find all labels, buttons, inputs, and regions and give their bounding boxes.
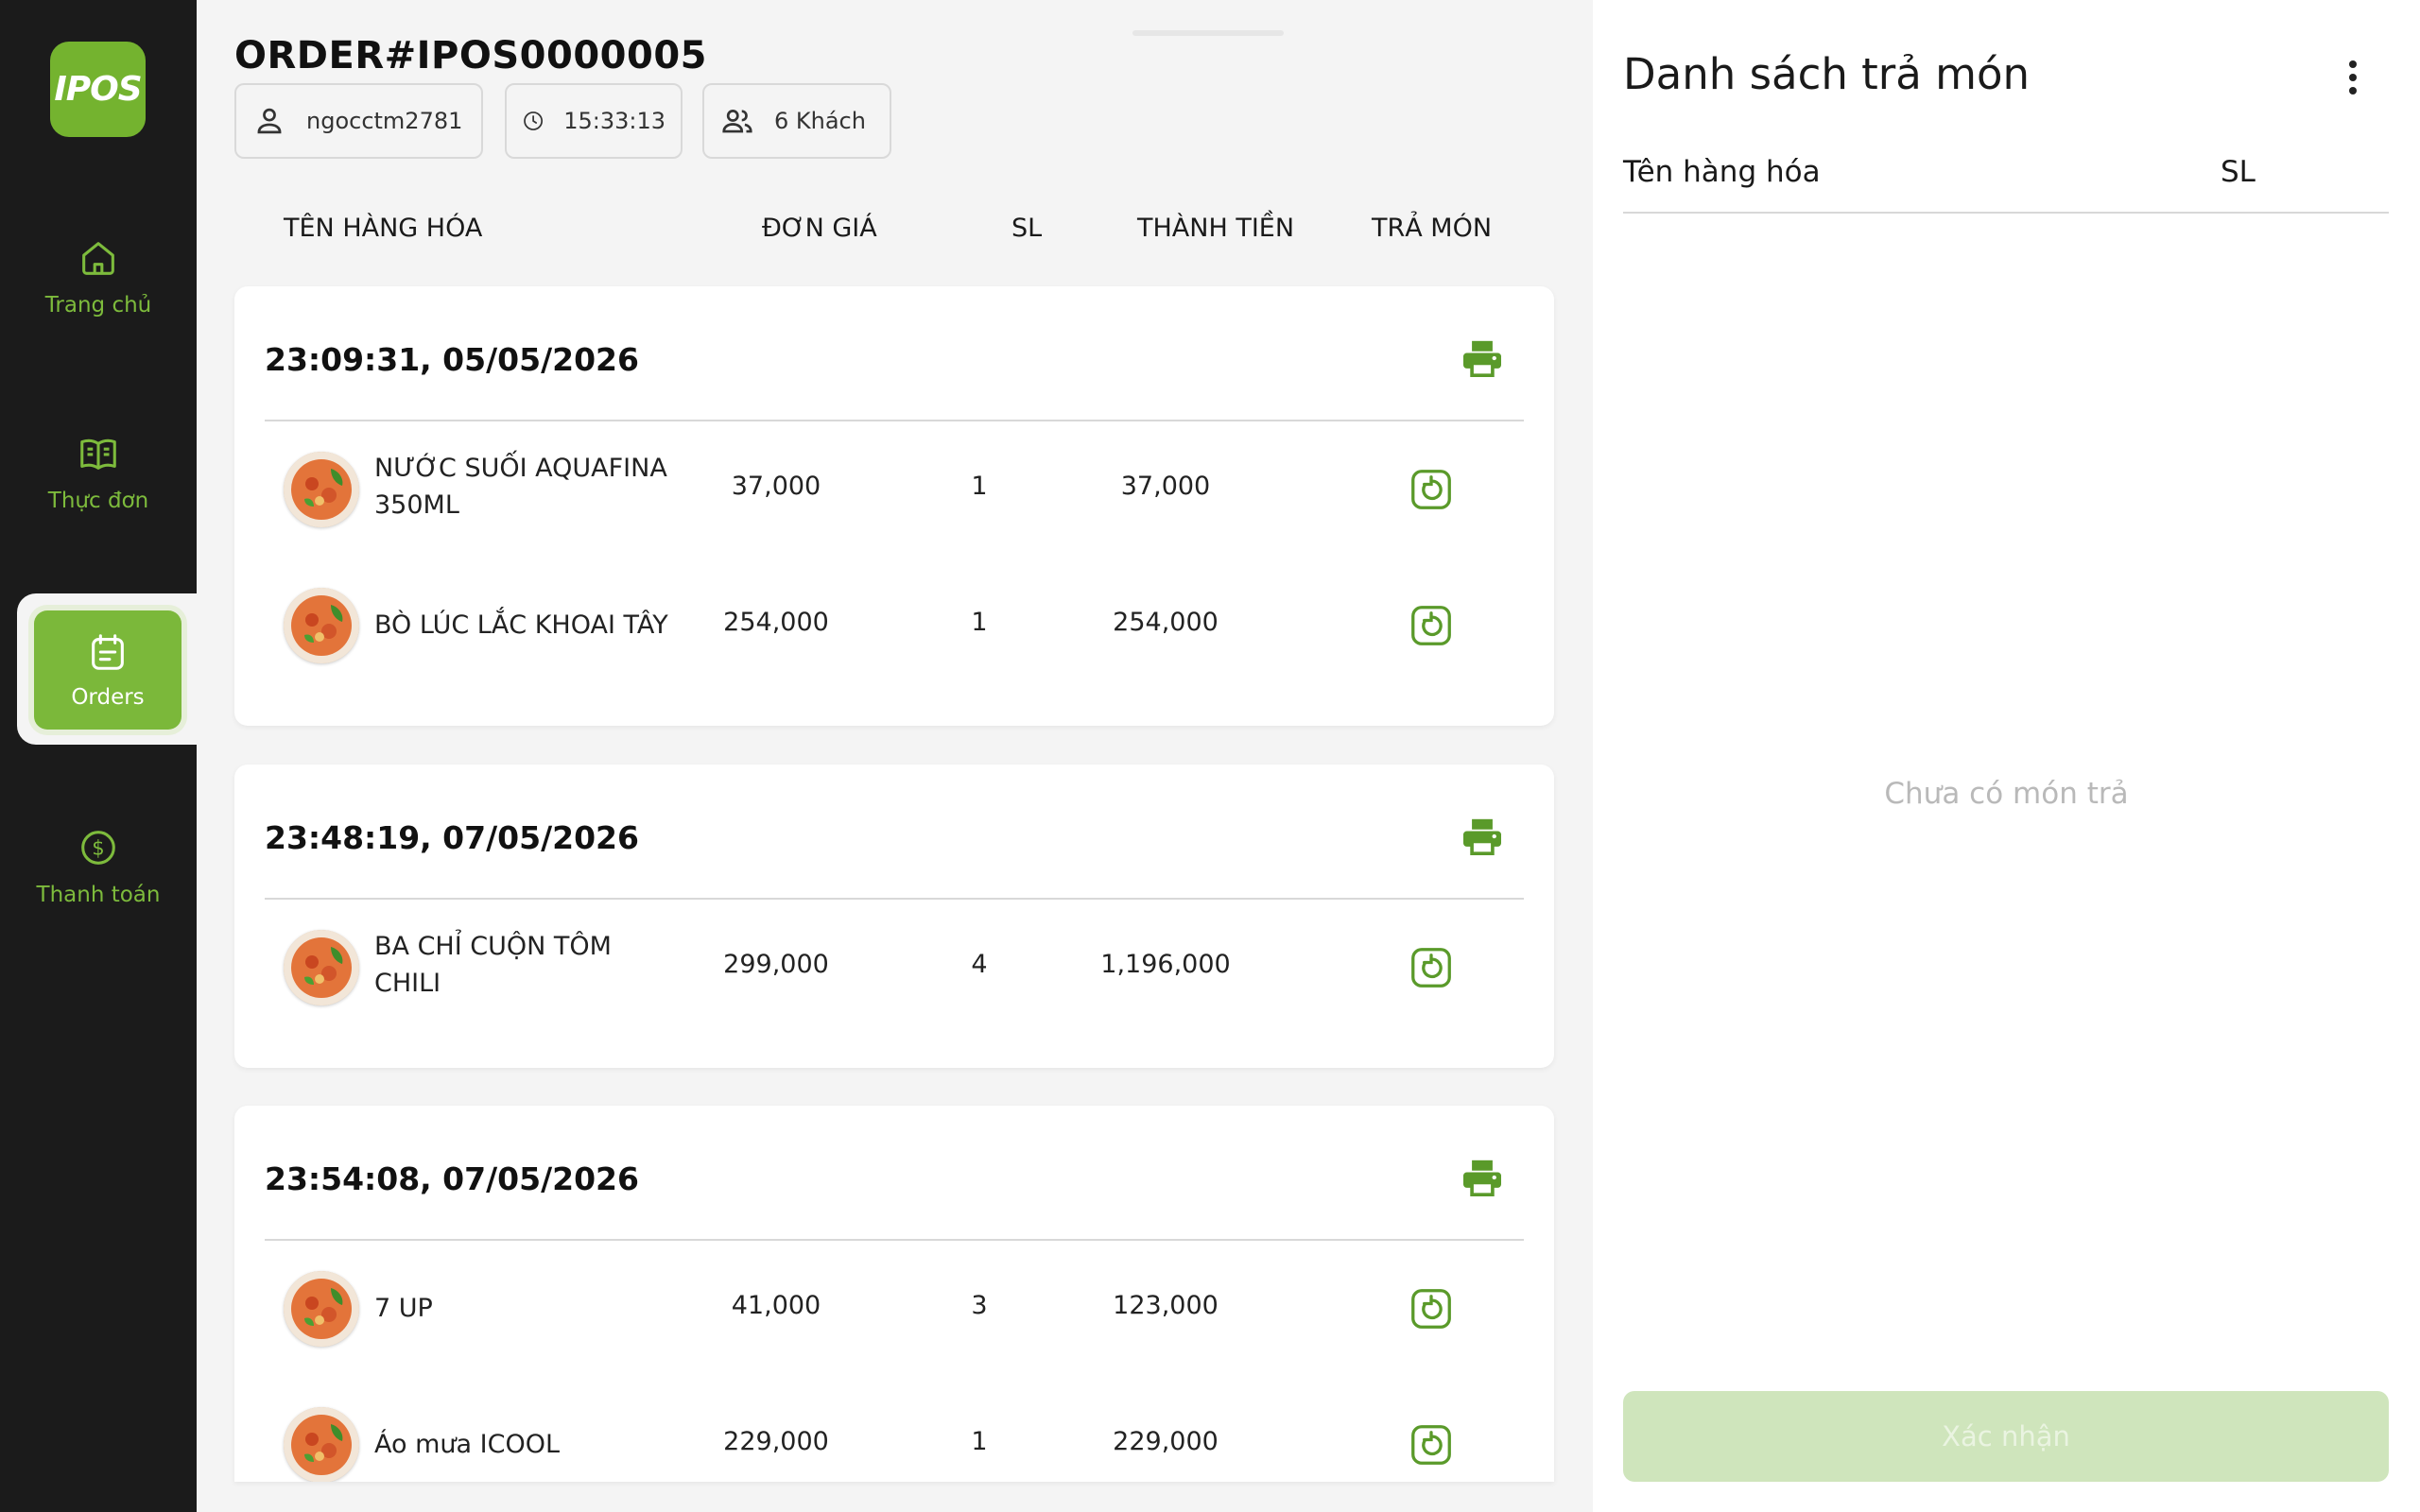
item-total: 37,000 (1120, 472, 1211, 501)
item-total: 254,000 (1113, 608, 1219, 637)
sidebar: IPOS Trang chủ Thực đơn Orders $ Thanh t… (0, 0, 197, 1512)
drag-handle[interactable] (1132, 30, 1284, 36)
order-group: 23:54:08, 07/05/2026 7 UP 41,000 3 123,0… (234, 1106, 1554, 1482)
column-header-total: THÀNH TIỀN (1137, 214, 1295, 243)
table-row: Áo mưa ICOOL 229,000 1 229,000 (234, 1377, 1554, 1482)
empty-state-message: Chưa có món trả (1884, 777, 2129, 811)
panel-title: Danh sách trả món (1623, 49, 2031, 99)
item-total: 229,000 (1113, 1427, 1219, 1456)
ipos-logo: IPOS (50, 42, 146, 137)
item-total: 123,000 (1113, 1291, 1219, 1320)
orders-icon (92, 634, 124, 670)
item-name: BA CHỈ CUỘN TÔM CHILI (374, 932, 612, 998)
print-icon[interactable] (1461, 339, 1503, 377)
sidebar-item-payment[interactable]: $ Thanh toán (0, 796, 197, 937)
order-group-timestamp: 23:09:31, 05/05/2026 (265, 341, 639, 378)
table-row: NƯỚC SUỐI AQUAFINA 350ML 37,000 1 37,000 (234, 421, 1554, 558)
column-header-qty: SL (1011, 214, 1043, 243)
item-qty: 1 (971, 608, 988, 637)
user-icon (257, 108, 282, 134)
return-item-icon[interactable] (1410, 947, 1452, 988)
guests-chip: 6 Khách (702, 83, 891, 159)
order-title: ORDER#IPOS0000005 (234, 34, 707, 77)
order-group: 23:09:31, 05/05/2026 NƯỚC SUỐI AQUAFINA … (234, 286, 1554, 726)
return-item-icon[interactable] (1410, 469, 1452, 510)
logo-text: IPOS (54, 70, 142, 109)
sidebar-item-menu[interactable]: Thực đơn (0, 402, 197, 543)
table-row: BA CHỈ CUỘN TÔM CHILI 299,000 4 1,196,00… (234, 900, 1554, 1036)
item-price: 37,000 (731, 472, 821, 501)
order-group: 23:48:19, 07/05/2026 BA CHỈ CUỘN TÔM CHI… (234, 765, 1554, 1068)
sidebar-item-label: Thực đơn (47, 489, 149, 513)
order-group-header: 23:48:19, 07/05/2026 (265, 765, 1524, 900)
order-group-timestamp: 23:54:08, 07/05/2026 (265, 1160, 639, 1197)
food-thumbnail (284, 1407, 359, 1482)
item-price: 299,000 (723, 950, 829, 979)
print-icon[interactable] (1461, 817, 1503, 855)
order-group-timestamp: 23:48:19, 07/05/2026 (265, 819, 639, 856)
user-name: ngocctm2781 (306, 108, 463, 134)
column-header-name: TÊN HÀNG HÓA (284, 214, 483, 243)
home-icon (82, 242, 114, 275)
table-row: 7 UP 41,000 3 123,000 (234, 1241, 1554, 1377)
order-time: 15:33:13 (563, 108, 666, 134)
user-chip: ngocctm2781 (234, 83, 483, 159)
sidebar-item-label: Thanh toán (36, 883, 161, 907)
sidebar-item-orders[interactable]: Orders (34, 610, 182, 730)
time-chip: 15:33:13 (505, 83, 683, 159)
item-qty: 4 (971, 950, 988, 979)
item-name: 7 UP (374, 1294, 433, 1323)
return-item-icon[interactable] (1410, 605, 1452, 646)
print-icon[interactable] (1461, 1159, 1503, 1196)
return-item-icon[interactable] (1410, 1424, 1452, 1466)
food-thumbnail (284, 588, 359, 663)
order-group-header: 23:09:31, 05/05/2026 (265, 286, 1524, 421)
return-item-icon[interactable] (1410, 1288, 1452, 1330)
item-price: 41,000 (731, 1291, 821, 1320)
order-detail: ORDER#IPOS0000005 ngocctm2781 15:33:13 6… (197, 0, 1593, 1512)
guest-count: 6 Khách (774, 108, 866, 134)
item-total: 1,196,000 (1100, 950, 1231, 979)
item-price: 229,000 (723, 1427, 829, 1456)
svg-text:$: $ (92, 836, 104, 860)
order-group-header: 23:54:08, 07/05/2026 (265, 1106, 1524, 1241)
table-row: BÒ LÚC LẮC KHOAI TÂY 254,000 1 254,000 (234, 558, 1554, 694)
item-qty: 1 (971, 472, 988, 501)
column-header-return: TRẢ MÓN (1372, 214, 1493, 243)
return-column-name: Tên hàng hóa (1623, 155, 1821, 189)
item-price: 254,000 (723, 608, 829, 637)
sidebar-item-home[interactable]: Trang chủ (0, 206, 197, 348)
dollar-icon: $ (81, 831, 115, 865)
return-list-panel: Danh sách trả món Tên hàng hóa SL Chưa c… (1593, 0, 2420, 1512)
item-qty: 3 (971, 1291, 988, 1320)
guests-icon (722, 110, 752, 133)
item-name: BÒ LÚC LẮC KHOAI TÂY (374, 610, 668, 640)
column-header-price: ĐƠN GIÁ (762, 214, 877, 243)
food-thumbnail (284, 452, 359, 527)
food-thumbnail (284, 1271, 359, 1347)
item-name: Áo mưa ICOOL (374, 1430, 561, 1459)
return-column-qty: SL (2221, 155, 2256, 189)
return-list-header: Tên hàng hóa SL (1623, 149, 2389, 214)
book-icon (80, 438, 116, 470)
more-options-icon[interactable] (2334, 57, 2372, 98)
sidebar-item-label: Trang chủ (44, 293, 152, 318)
item-name: NƯỚC SUỐI AQUAFINA 350ML (374, 454, 667, 520)
confirm-button[interactable]: Xác nhận (1623, 1391, 2389, 1482)
clock-icon (524, 112, 544, 130)
food-thumbnail (284, 930, 359, 1005)
item-qty: 1 (971, 1427, 988, 1456)
sidebar-item-label: Orders (71, 685, 145, 710)
